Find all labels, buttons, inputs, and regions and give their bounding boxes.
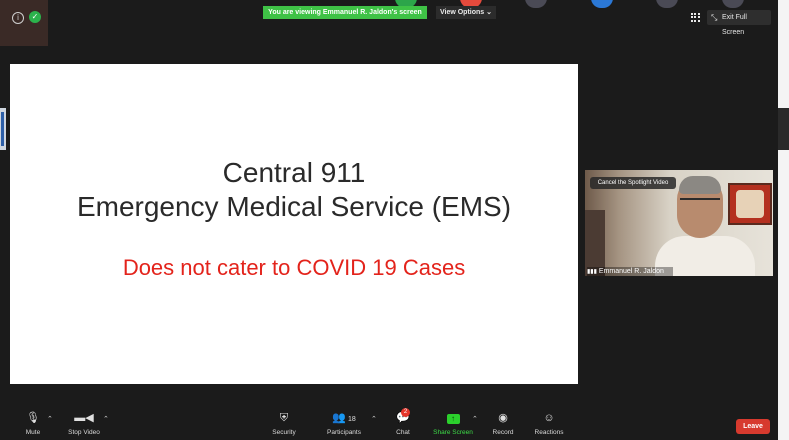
- participant-name-tag: ▮▮▮ Emmanuel R. Jaldon: [587, 267, 673, 276]
- security-label: Security: [272, 429, 296, 436]
- background-window: [0, 0, 48, 46]
- share-screen-label: Share Screen: [433, 429, 473, 436]
- chevron-down-icon: ⌄: [486, 9, 493, 16]
- video-camera-icon: ▬◀: [74, 412, 94, 424]
- chat-bubble-icon: 💬 2: [396, 408, 410, 424]
- slide-title-line1: Central 911: [222, 157, 366, 188]
- participants-options-chevron-icon[interactable]: ⌃: [371, 415, 377, 423]
- participant-name: Emmanuel R. Jaldon: [598, 268, 664, 275]
- signal-bars-icon: ▮▮▮: [587, 269, 597, 275]
- background-window-left: [0, 108, 6, 150]
- view-options-label: View Options: [439, 9, 485, 16]
- participant-dot-icon: [656, 0, 678, 8]
- encryption-shield-icon[interactable]: ✓: [29, 11, 41, 23]
- share-screen-icon: ↑: [433, 411, 473, 425]
- record-icon: ◉: [498, 412, 508, 424]
- exit-full-screen-icon: ⤡: [711, 13, 718, 22]
- leave-button[interactable]: Leave: [736, 419, 770, 434]
- participants-icon: 👥 18: [332, 412, 356, 424]
- view-options-button[interactable]: View Options ⌄: [436, 6, 496, 19]
- participants-button[interactable]: 👥 18 Participants: [325, 411, 363, 436]
- background-window-right: [778, 0, 789, 440]
- reactions-button[interactable]: ☺ Reactions: [533, 411, 565, 436]
- participant-dot-icon: [722, 0, 744, 8]
- participants-count: 18: [347, 416, 356, 423]
- exit-full-screen-button[interactable]: ⤡ Exit Full Screen: [707, 10, 771, 36]
- reactions-label: Reactions: [534, 429, 564, 436]
- shared-screen: Central 911 Emergency Medical Service (E…: [10, 64, 578, 384]
- background-window-block: [778, 108, 789, 150]
- microphone-icon: 🎙: [26, 412, 40, 424]
- chat-unread-badge: 2: [401, 408, 410, 417]
- chat-button[interactable]: 💬 2 Chat: [394, 408, 412, 436]
- wall-photo-frame: [728, 183, 772, 225]
- security-shield-icon: ⛨: [279, 412, 289, 424]
- share-screen-button[interactable]: ↑ Share Screen: [433, 411, 473, 436]
- security-button[interactable]: ⛨ Security: [271, 411, 297, 436]
- meeting-toolbar: 🎙 Mute ⌃ ▬◀ Stop Video ⌃ ⛨ Security 👥 18 …: [0, 406, 778, 440]
- participants-label: Participants: [327, 429, 361, 436]
- participant-dot-icon: [591, 0, 613, 8]
- slide-subtitle: Does not cater to COVID 19 Cases: [122, 255, 466, 280]
- stop-video-label: Stop Video: [68, 429, 100, 436]
- audio-options-chevron-icon[interactable]: ⌃: [47, 415, 53, 423]
- cancel-spotlight-button[interactable]: Cancel the Spotlight Video: [590, 177, 676, 189]
- info-icon[interactable]: i: [12, 12, 24, 24]
- exit-full-screen-label: Exit Full Screen: [722, 14, 747, 36]
- mute-button[interactable]: 🎙 Mute: [22, 411, 44, 436]
- gallery-view-icon[interactable]: [691, 13, 700, 22]
- viewing-screen-banner: You are viewing Emmanuel R. Jaldon's scr…: [263, 6, 427, 19]
- share-options-chevron-icon[interactable]: ⌃: [472, 415, 478, 423]
- participant-dot-icon: [525, 0, 547, 8]
- video-options-chevron-icon[interactable]: ⌃: [103, 415, 109, 423]
- smiley-plus-icon: ☺: [543, 412, 555, 424]
- record-label: Record: [492, 429, 514, 436]
- record-button[interactable]: ◉ Record: [491, 411, 515, 436]
- stop-video-button[interactable]: ▬◀ Stop Video: [66, 411, 102, 436]
- mute-label: Mute: [25, 429, 41, 436]
- slide-title-line2: Emergency Medical Service (EMS): [76, 191, 512, 222]
- chat-label: Chat: [396, 429, 410, 436]
